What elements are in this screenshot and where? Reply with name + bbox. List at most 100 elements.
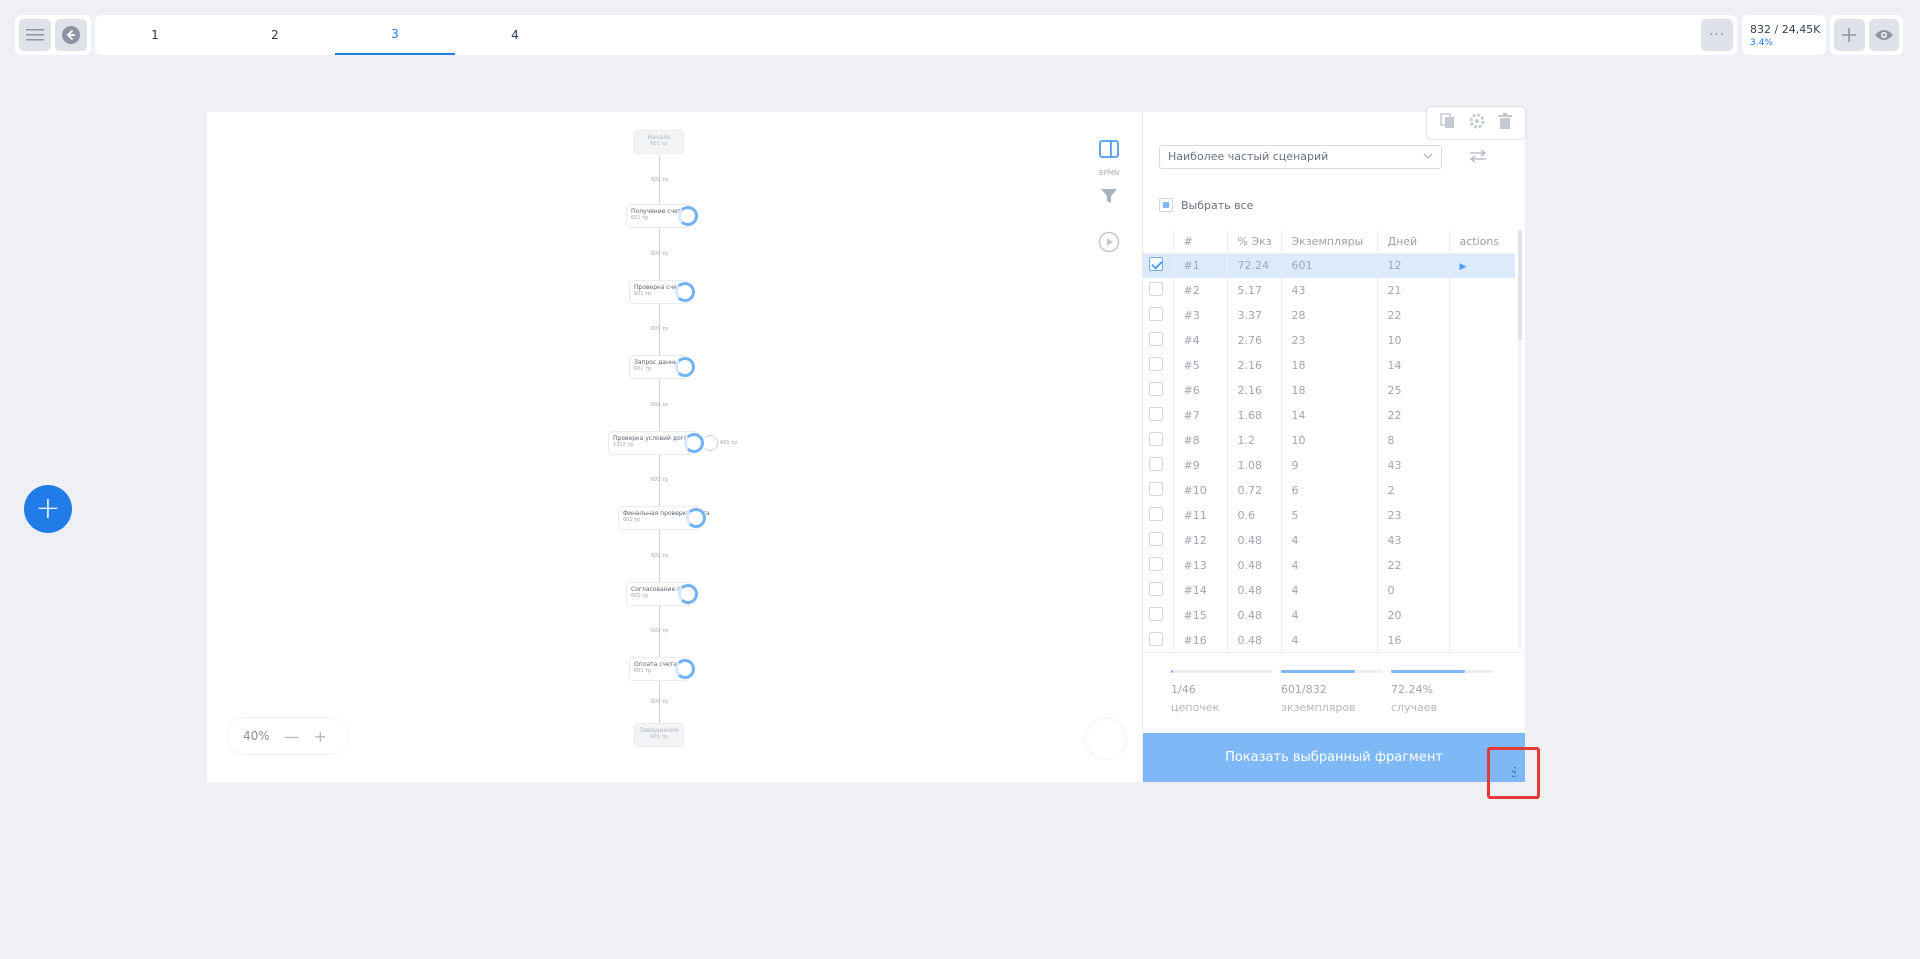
select-all-checkbox[interactable] — [1159, 198, 1173, 212]
column-header[interactable]: # — [1173, 230, 1228, 254]
back-button[interactable] — [55, 19, 87, 51]
cell-actions — [1449, 503, 1515, 528]
swap-order-button[interactable] — [1469, 148, 1487, 167]
table-row[interactable]: #9 1.08 9 43 — [1143, 453, 1515, 478]
copy-icon — [1439, 113, 1454, 128]
row-checkbox[interactable] — [1149, 332, 1163, 346]
table-row[interactable]: #5 2.16 18 14 — [1143, 353, 1515, 378]
cell-pct: 2.76 — [1227, 328, 1282, 353]
cell-pct: 1.08 — [1227, 453, 1282, 478]
column-header[interactable]: % Экз — [1227, 230, 1282, 254]
table-row[interactable]: #12 0.48 4 43 — [1143, 528, 1515, 553]
table-row[interactable]: #6 2.16 18 25 — [1143, 378, 1515, 403]
column-header[interactable]: Дней — [1377, 230, 1450, 254]
table-row[interactable]: #1 72.24 601 12 ▶ — [1143, 253, 1515, 278]
tabs-bar: 1234 ··· — [95, 15, 1737, 55]
cell-inst: 5 — [1281, 503, 1378, 528]
cell-days: 2 — [1377, 478, 1450, 503]
tab-3[interactable]: 3 — [335, 15, 455, 55]
cell-actions — [1449, 428, 1515, 453]
top-bar: 1234 ··· 832 / 24,45K 3.4% — [15, 15, 1903, 55]
row-checkbox[interactable] — [1149, 557, 1163, 571]
cell-days: 14 — [1377, 353, 1450, 378]
row-checkbox[interactable] — [1149, 407, 1163, 421]
table-row[interactable]: #7 1.68 14 22 — [1143, 403, 1515, 428]
row-checkbox[interactable] — [1149, 307, 1163, 321]
tab-1[interactable]: 1 — [95, 15, 215, 55]
row-checkbox[interactable] — [1149, 432, 1163, 446]
add-fab-button[interactable]: + — [24, 485, 72, 533]
row-checkbox[interactable] — [1149, 482, 1163, 496]
resize-handle[interactable]: .:.: — [1487, 747, 1540, 799]
cell-id: #16 — [1173, 628, 1228, 653]
select-all[interactable]: Выбрать все — [1159, 198, 1253, 212]
process-card: Начало 601 тр 601 тр Получение счета 601 тр 6… — [207, 106, 1526, 782]
start-node[interactable]: Начало 601 тр — [634, 130, 684, 154]
add-button[interactable] — [1834, 19, 1865, 51]
cell-inst: 10 — [1281, 428, 1378, 453]
tab-4[interactable]: 4 — [455, 15, 575, 55]
cell-id: #4 — [1173, 328, 1228, 353]
table-scrollbar[interactable] — [1518, 230, 1522, 648]
table-row[interactable]: #13 0.48 4 22 — [1143, 553, 1515, 578]
row-checkbox[interactable] — [1149, 257, 1163, 272]
cell-days: 43 — [1377, 528, 1450, 553]
row-checkbox[interactable] — [1149, 632, 1163, 646]
end-node[interactable]: Завершение 601 тр — [634, 722, 684, 747]
process-map-canvas[interactable]: Начало 601 тр 601 тр Получение счета 601 тр 6… — [207, 112, 1143, 782]
column-header[interactable]: Экземпляры — [1281, 230, 1378, 254]
filter-button[interactable] — [1090, 182, 1128, 210]
tab-2[interactable]: 2 — [215, 15, 335, 55]
play-animation-button[interactable] — [1090, 210, 1128, 274]
node-count: 601 тр — [650, 733, 668, 740]
table-header: #% Экз Экземпляры Дней actions — [1143, 230, 1515, 254]
show-fragment-button[interactable]: Показать выбранный фрагмент — [1143, 733, 1525, 782]
meter-label: цепочек — [1171, 701, 1220, 714]
copy-button[interactable] — [1439, 113, 1456, 133]
cell-inst: 601 — [1281, 253, 1378, 278]
meter-fill — [1281, 670, 1355, 673]
row-checkbox[interactable] — [1149, 382, 1163, 396]
settings-button[interactable] — [1469, 113, 1485, 133]
play-icon[interactable]: ▶ — [1460, 262, 1467, 272]
summary-meter: 601/832 экземпляров — [1281, 670, 1383, 714]
cell-inst: 4 — [1281, 603, 1378, 628]
cell-days: 10 — [1377, 328, 1450, 353]
table-row[interactable]: #15 0.48 4 20 — [1143, 603, 1515, 628]
cell-id: #6 — [1173, 378, 1228, 403]
row-checkbox[interactable] — [1149, 582, 1163, 596]
row-checkbox[interactable] — [1149, 507, 1163, 521]
view-button[interactable] — [1868, 19, 1899, 51]
table-scrollbar-thumb[interactable] — [1518, 230, 1522, 340]
column-header[interactable]: actions — [1449, 230, 1515, 254]
table-row[interactable]: #2 5.17 43 21 — [1143, 278, 1515, 303]
row-checkbox[interactable] — [1149, 532, 1163, 546]
delete-button[interactable] — [1498, 113, 1513, 133]
menu-button[interactable] — [19, 19, 51, 51]
scenario-select[interactable]: Наиболее частый сценарий — [1159, 145, 1442, 169]
connector-label: 601 тр — [651, 401, 669, 408]
more-button[interactable]: ··· — [1701, 19, 1733, 51]
cell-inst: 4 — [1281, 628, 1378, 653]
zoom-in-button[interactable]: + — [314, 727, 327, 746]
table-row[interactable]: #16 0.48 4 16 — [1143, 628, 1515, 653]
table-row[interactable]: #8 1.2 10 8 — [1143, 428, 1515, 453]
panel-toggle-button[interactable] — [1090, 134, 1128, 164]
table-row[interactable]: #4 2.76 23 10 — [1143, 328, 1515, 353]
table-row[interactable]: #10 0.72 6 2 — [1143, 478, 1515, 503]
table-row[interactable]: #11 0.6 5 23 — [1143, 503, 1515, 528]
top-bar-left-group — [15, 15, 91, 55]
table-row[interactable]: #3 3.37 28 22 — [1143, 303, 1515, 328]
table-row[interactable]: #14 0.48 4 0 — [1143, 578, 1515, 603]
row-checkbox[interactable] — [1149, 282, 1163, 296]
meter-label: экземпляров — [1281, 701, 1356, 714]
zoom-out-button[interactable]: — — [284, 727, 300, 746]
row-checkbox[interactable] — [1149, 607, 1163, 621]
row-checkbox-cell — [1143, 353, 1174, 378]
minimap-button[interactable] — [1085, 718, 1127, 760]
row-checkbox[interactable] — [1149, 357, 1163, 371]
top-bar-right-group — [1830, 15, 1903, 55]
bpmn-button[interactable]: BPMN — [1090, 164, 1128, 182]
row-checkbox[interactable] — [1149, 457, 1163, 471]
row-checkbox-cell — [1143, 253, 1174, 278]
